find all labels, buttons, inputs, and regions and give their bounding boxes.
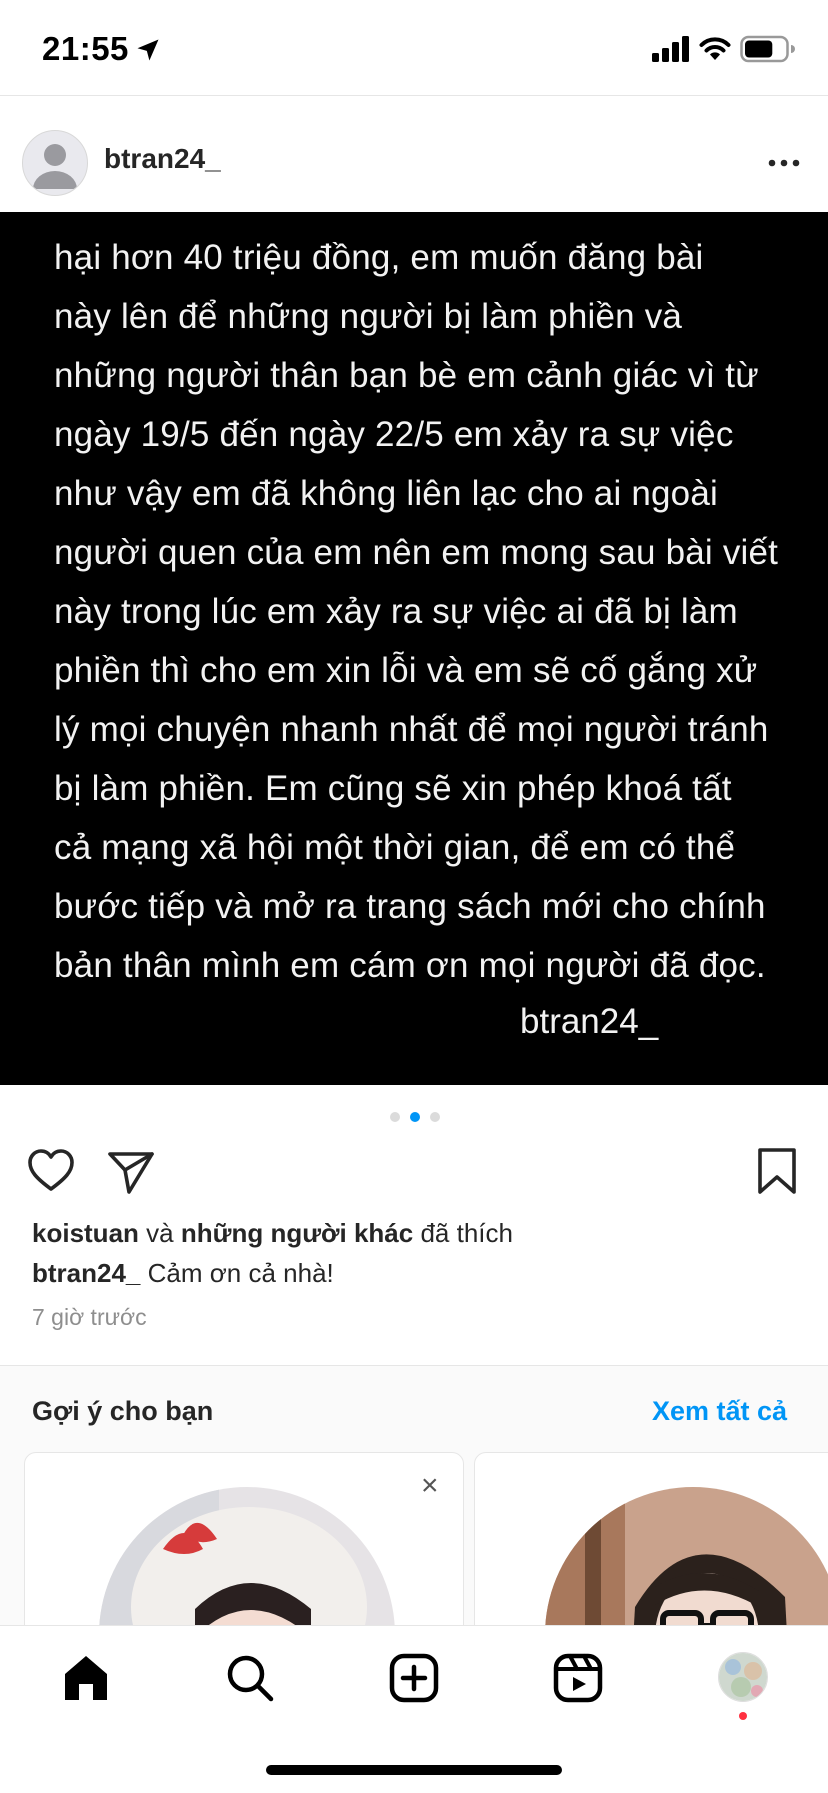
image-text-line: bị làm phiền. Em cũng sẽ xin phép khoá t… (54, 769, 732, 808)
likes-conj: và (146, 1218, 174, 1248)
notification-dot (739, 1712, 747, 1720)
carousel-dot (410, 1112, 420, 1122)
image-text-line: lý mọi chuyện nhanh nhất để mọi người tr… (54, 710, 769, 749)
tab-home[interactable] (60, 1652, 112, 1704)
profile-avatar[interactable] (718, 1652, 768, 1702)
image-text-line: phiền thì cho em xin lỗi và em sẽ cố gắn… (54, 651, 758, 690)
signal-icon (652, 36, 689, 62)
suggestion-card[interactable] (474, 1452, 828, 1654)
more-options-icon[interactable] (764, 148, 804, 178)
carousel-dot (430, 1112, 440, 1122)
post-caption: btran24_ Cảm ơn cả nhà! (32, 1258, 334, 1289)
reels-icon (553, 1653, 603, 1703)
tab-create[interactable] (388, 1652, 440, 1704)
battery-icon (740, 35, 795, 63)
image-text-line: như vậy em đã không liên lạc cho ai ngoà… (54, 474, 718, 513)
post-header: btran24_ (0, 96, 828, 212)
close-icon[interactable]: × (421, 1471, 439, 1501)
wifi-icon (699, 37, 731, 60)
tab-reels[interactable] (552, 1652, 604, 1704)
likes-summary[interactable]: koistuan và những người khác đã thích (32, 1218, 513, 1249)
post-username[interactable]: btran24_ (104, 143, 221, 175)
home-indicator (266, 1765, 562, 1775)
post-image[interactable]: hại hơn 40 triệu đồng, em muốn đăng bài n… (0, 212, 828, 1085)
caption-username[interactable]: btran24_ (32, 1258, 140, 1288)
default-avatar-icon (33, 144, 77, 189)
image-text-line: này lên để những người bị làm phiền và (54, 297, 683, 336)
image-text-line: hại hơn 40 triệu đồng, em muốn đăng bài (54, 238, 704, 277)
caption-text: Cảm ơn cả nhà! (147, 1258, 334, 1288)
image-text-line: ngày 19/5 đến ngày 22/5 em xảy ra sự việ… (54, 415, 734, 454)
liker-username[interactable]: koistuan (32, 1218, 139, 1248)
suggestion-card[interactable]: × (24, 1452, 464, 1654)
see-all-link[interactable]: Xem tất cả (652, 1396, 787, 1427)
send-icon[interactable] (106, 1146, 156, 1196)
status-time: 21:55 (42, 30, 129, 67)
location-arrow-icon (137, 39, 159, 61)
suggestions-title: Gợi ý cho bạn (32, 1396, 214, 1426)
image-text-line: cả mạng xã hội một thời gian, để em có t… (54, 828, 736, 867)
search-icon (227, 1655, 274, 1702)
tab-search[interactable] (224, 1652, 276, 1704)
likes-suffix: đã thích (420, 1218, 513, 1248)
post-timestamp: 7 giờ trước (32, 1304, 147, 1330)
profile-photo (719, 1653, 767, 1701)
home-icon (65, 1656, 107, 1700)
image-text-line: này trong lúc em xảy ra sự việc ai đã bị… (54, 592, 738, 631)
image-text-line: bản thân mình em cám ơn mọi người đã đọc… (54, 946, 766, 985)
add-post-icon (389, 1653, 439, 1703)
image-text-line: những người thân bạn bè em cảnh giác vì … (54, 356, 759, 395)
carousel-indicator (388, 1110, 448, 1124)
suggestions-section: Gợi ý cho bạn Xem tất cả × (0, 1365, 828, 1654)
heart-icon[interactable] (26, 1146, 76, 1196)
image-signature: btran24_ (520, 1002, 659, 1041)
carousel-dot (390, 1112, 400, 1122)
image-text-line: bước tiếp và mở ra trang sách mới cho ch… (54, 887, 766, 926)
bookmark-icon[interactable] (752, 1146, 802, 1196)
likes-others[interactable]: những người khác (181, 1218, 413, 1248)
image-text-line: người quen của em nên em mong sau bài vi… (54, 533, 779, 572)
avatar[interactable] (22, 130, 88, 196)
status-bar: 21:55 (0, 0, 828, 96)
